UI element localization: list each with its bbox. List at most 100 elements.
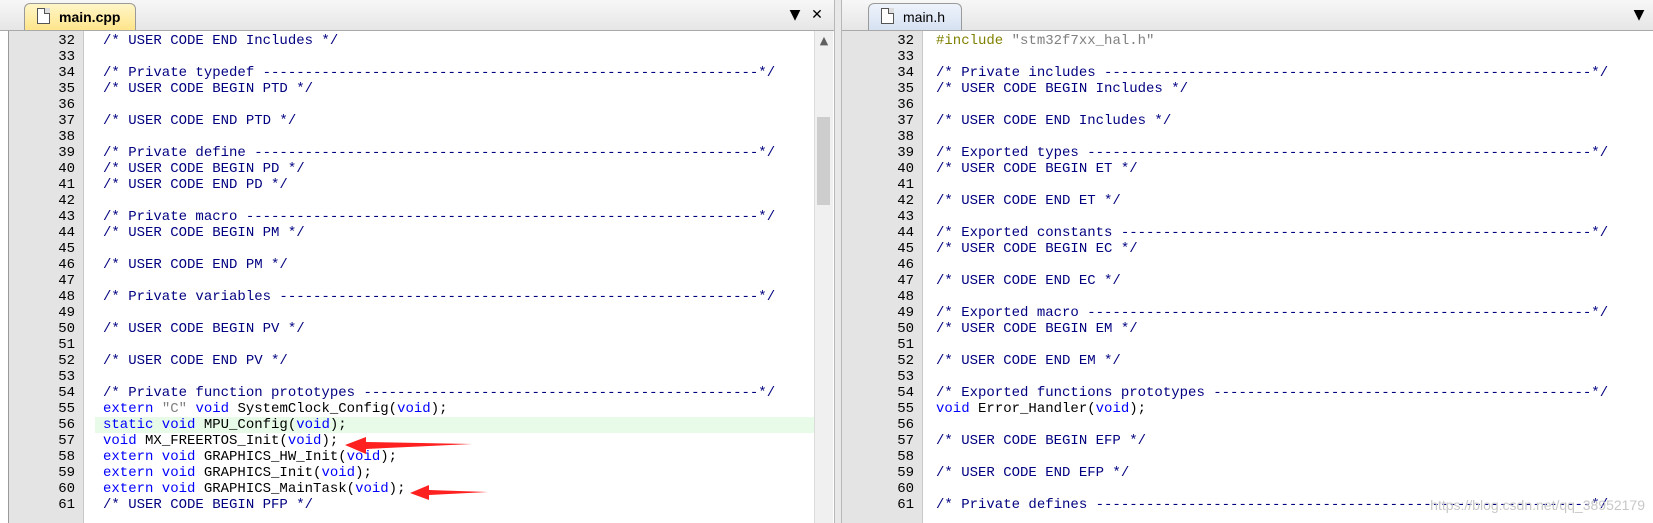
line-text: /* USER CODE BEGIN PFP */: [103, 497, 313, 513]
vertical-scrollbar[interactable]: ▲: [814, 31, 833, 523]
code-token: void: [397, 401, 431, 417]
code-line[interactable]: 41 /* USER CODE END PD */: [58, 177, 814, 193]
tab-main-cpp[interactable]: main.cpp: [24, 3, 136, 30]
chevron-down-icon: ▼: [789, 7, 801, 23]
scrollbar-thumb[interactable]: [817, 117, 830, 205]
code-editor-main-h[interactable]: 32 #include "stm32f7xx_hal.h" 33 34 /* Priva…: [842, 31, 1653, 523]
code-line[interactable]: 35 /* USER CODE BEGIN PTD */: [58, 81, 814, 97]
code-line[interactable]: 60: [897, 481, 1653, 497]
code-line[interactable]: 36: [897, 97, 1653, 113]
pane-splitter[interactable]: [834, 0, 842, 523]
line-text: /* USER CODE END Includes */: [936, 113, 1171, 129]
line-text: /* Private variables -------------------…: [103, 289, 775, 305]
code-line[interactable]: 37 /* USER CODE END Includes */: [897, 113, 1653, 129]
line-number: 50: [58, 321, 75, 337]
code-line[interactable]: 58 extern void GRAPHICS_HW_Init(void);: [58, 449, 814, 465]
code-line[interactable]: 47: [58, 273, 814, 289]
tab-label: main.h: [903, 9, 946, 25]
code-line[interactable]: 45 /* USER CODE BEGIN EC */: [897, 241, 1653, 257]
code-line[interactable]: 46: [897, 257, 1653, 273]
code-line[interactable]: 35 /* USER CODE BEGIN Includes */: [897, 81, 1653, 97]
code-line[interactable]: 45: [58, 241, 814, 257]
code-line[interactable]: 58: [897, 449, 1653, 465]
code-line[interactable]: 33: [897, 49, 1653, 65]
code-line[interactable]: 42 /* USER CODE END ET */: [897, 193, 1653, 209]
line-number: 32: [897, 33, 914, 49]
scroll-up-icon[interactable]: ▲: [815, 34, 833, 47]
line-number: 52: [58, 353, 75, 369]
code-line[interactable]: 42: [58, 193, 814, 209]
code-line[interactable]: 36: [58, 97, 814, 113]
tab-dropdown-button[interactable]: ▼: [1630, 5, 1648, 25]
code-line[interactable]: 32 #include "stm32f7xx_hal.h": [897, 33, 1653, 49]
code-line[interactable]: 43: [897, 209, 1653, 225]
code-line[interactable]: 44 /* USER CODE BEGIN PM */: [58, 225, 814, 241]
code-line[interactable]: 51: [58, 337, 814, 353]
code-line[interactable]: 40 /* USER CODE BEGIN ET */: [897, 161, 1653, 177]
code-token: );: [380, 449, 398, 465]
code-line[interactable]: 39 /* Exported types --------------------…: [897, 145, 1653, 161]
code-line[interactable]: 55 void Error_Handler(void);: [897, 401, 1653, 417]
code-editor-main-cpp[interactable]: 32 /* USER CODE END Includes */ 33 34 /* Pri…: [8, 31, 814, 523]
code-area[interactable]: 32 /* USER CODE END Includes */ 33 34 /* Pri…: [58, 31, 814, 523]
code-line[interactable]: 32 /* USER CODE END Includes */: [58, 33, 814, 49]
code-line[interactable]: 44 /* Exported constants ----------------…: [897, 225, 1653, 241]
code-line[interactable]: 50 /* USER CODE BEGIN EM */: [897, 321, 1653, 337]
line-number: 38: [58, 129, 75, 145]
line-number: 44: [58, 225, 75, 241]
code-line[interactable]: 56: [897, 417, 1653, 433]
code-line[interactable]: 53: [58, 369, 814, 385]
code-line[interactable]: 50 /* USER CODE BEGIN PV */: [58, 321, 814, 337]
line-number: 54: [897, 385, 914, 401]
line-number: 58: [897, 449, 914, 465]
line-text: extern void GRAPHICS_Init(void);: [103, 465, 372, 481]
chevron-down-icon: ▼: [1633, 7, 1645, 23]
code-line[interactable]: 56 static void MPU_Config(void);: [58, 417, 814, 433]
code-line[interactable]: 48: [897, 289, 1653, 305]
tab-dropdown-button[interactable]: ▼: [786, 5, 804, 25]
code-line[interactable]: 57 void MX_FREERTOS_Init(void);: [58, 433, 814, 449]
code-line[interactable]: 49 /* Exported macro --------------------…: [897, 305, 1653, 321]
code-line[interactable]: 34 /* Private includes ------------------…: [897, 65, 1653, 81]
code-line[interactable]: 37 /* USER CODE END PTD */: [58, 113, 814, 129]
code-line[interactable]: 47 /* USER CODE END EC */: [897, 273, 1653, 289]
code-line[interactable]: 51: [897, 337, 1653, 353]
line-number: 39: [897, 145, 914, 161]
code-line[interactable]: 33: [58, 49, 814, 65]
line-text: /* Private includes --------------------…: [936, 65, 1608, 81]
tab-main-h[interactable]: main.h: [868, 3, 962, 30]
line-text: /* Private function prototypes ---------…: [103, 385, 775, 401]
line-text: /* USER CODE BEGIN PV */: [103, 321, 305, 337]
line-number: 60: [58, 481, 75, 497]
code-line[interactable]: 34 /* Private typedef -------------------…: [58, 65, 814, 81]
code-line[interactable]: 46 /* USER CODE END PM */: [58, 257, 814, 273]
code-token: Error_Handler(: [969, 401, 1096, 417]
code-line[interactable]: 41: [897, 177, 1653, 193]
code-line[interactable]: 52 /* USER CODE END PV */: [58, 353, 814, 369]
code-line[interactable]: 39 /* Private define --------------------…: [58, 145, 814, 161]
close-tab-button[interactable]: ✕: [808, 5, 826, 25]
code-line[interactable]: 40 /* USER CODE BEGIN PD */: [58, 161, 814, 177]
code-line[interactable]: 52 /* USER CODE END EM */: [897, 353, 1653, 369]
code-line[interactable]: 53: [897, 369, 1653, 385]
code-line[interactable]: 38: [58, 129, 814, 145]
code-area[interactable]: 32 #include "stm32f7xx_hal.h" 33 34 /* Priva…: [897, 31, 1653, 523]
code-line[interactable]: 54 /* Exported functions prototypes -----…: [897, 385, 1653, 401]
code-token: /* USER CODE END PV */: [103, 353, 288, 369]
code-line[interactable]: 43 /* Private macro ---------------------…: [58, 209, 814, 225]
code-line[interactable]: 59 /* USER CODE END EFP */: [897, 465, 1653, 481]
code-line[interactable]: 57 /* USER CODE BEGIN EFP */: [897, 433, 1653, 449]
code-line[interactable]: 55 extern "C" void SystemClock_Config(voi…: [58, 401, 814, 417]
line-number: 55: [58, 401, 75, 417]
code-line[interactable]: 59 extern void GRAPHICS_Init(void);: [58, 465, 814, 481]
code-line[interactable]: 60 extern void GRAPHICS_MainTask(void);: [58, 481, 814, 497]
code-line[interactable]: 49: [58, 305, 814, 321]
code-line[interactable]: 61 /* USER CODE BEGIN PFP */: [58, 497, 814, 513]
code-line[interactable]: 48 /* Private variables -----------------…: [58, 289, 814, 305]
line-text: /* USER CODE END EC */: [936, 273, 1121, 289]
line-text: static void MPU_Config(void);: [103, 417, 347, 433]
code-line[interactable]: 38: [897, 129, 1653, 145]
line-number: 36: [897, 97, 914, 113]
code-token: /* USER CODE BEGIN PTD */: [103, 81, 314, 97]
code-line[interactable]: 54 /* Private function prototypes -------…: [58, 385, 814, 401]
